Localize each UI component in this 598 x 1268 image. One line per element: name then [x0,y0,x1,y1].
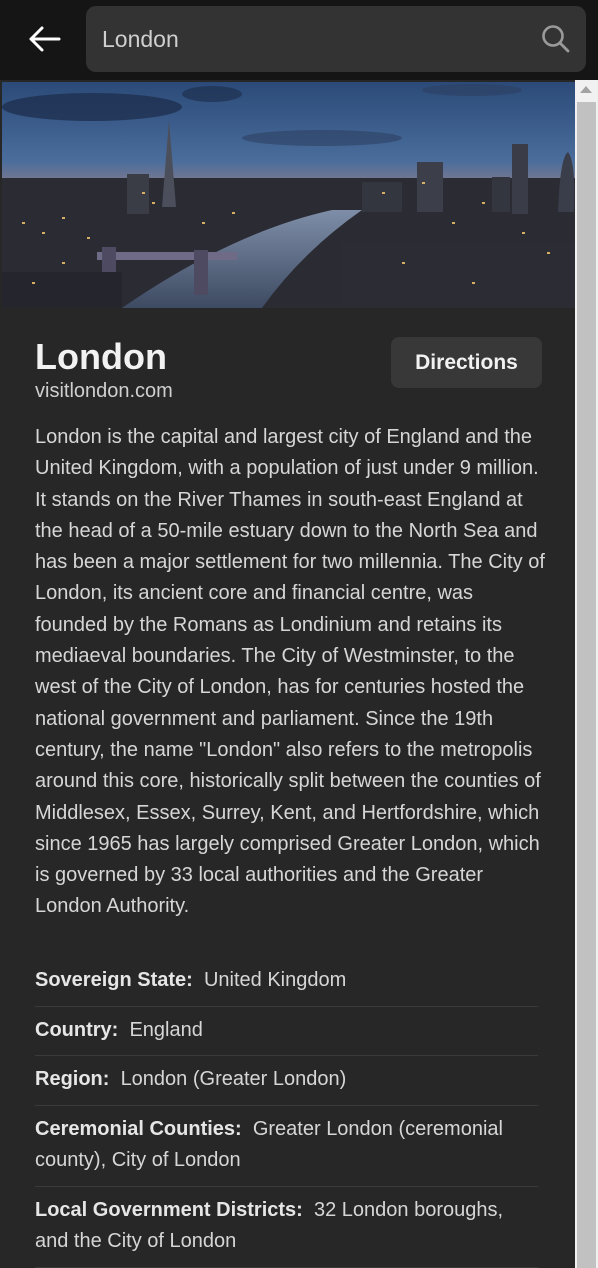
scroll-up-arrow-icon[interactable] [580,86,592,93]
fact-label: Region: [35,1068,110,1090]
facts-list: Sovereign State: United Kingdom Country:… [35,965,538,1268]
back-button[interactable] [20,18,68,60]
fact-row: Ceremonial Counties: Greater London (cer… [35,1106,538,1187]
fact-label: Local Government Districts: [35,1198,303,1221]
top-bar [0,0,598,80]
website-link[interactable]: visitlondon.com [35,380,173,403]
fact-row: Country: England [35,1007,538,1056]
scrollbar[interactable] [575,80,598,1268]
arrow-left-icon [29,26,61,52]
place-title: London [35,336,167,377]
place-panel: London visitlondon.com Directions London… [0,80,598,1268]
fact-row: Sovereign State: United Kingdom [35,965,538,1007]
fact-value: United Kingdom [203,969,347,991]
fact-label: Sovereign State: [35,969,193,991]
fact-label: Ceremonial Counties: [35,1117,242,1140]
scroll-thumb[interactable] [577,102,596,1268]
fact-row: Region: London (Greater London) [35,1056,538,1106]
city-skyline-image [2,82,575,308]
directions-button[interactable]: Directions [391,337,542,388]
fact-label: Country: [35,1018,119,1041]
place-details: London visitlondon.com Directions London… [0,308,575,1268]
search-input[interactable] [102,6,522,72]
fact-value: England [129,1018,203,1041]
search-icon[interactable] [540,23,572,55]
fact-value: London (Greater London) [120,1068,347,1090]
fact-row: Local Government Districts: 32 London bo… [35,1187,538,1268]
place-description: London is the capital and largest city o… [35,426,545,918]
search-box [86,6,586,72]
